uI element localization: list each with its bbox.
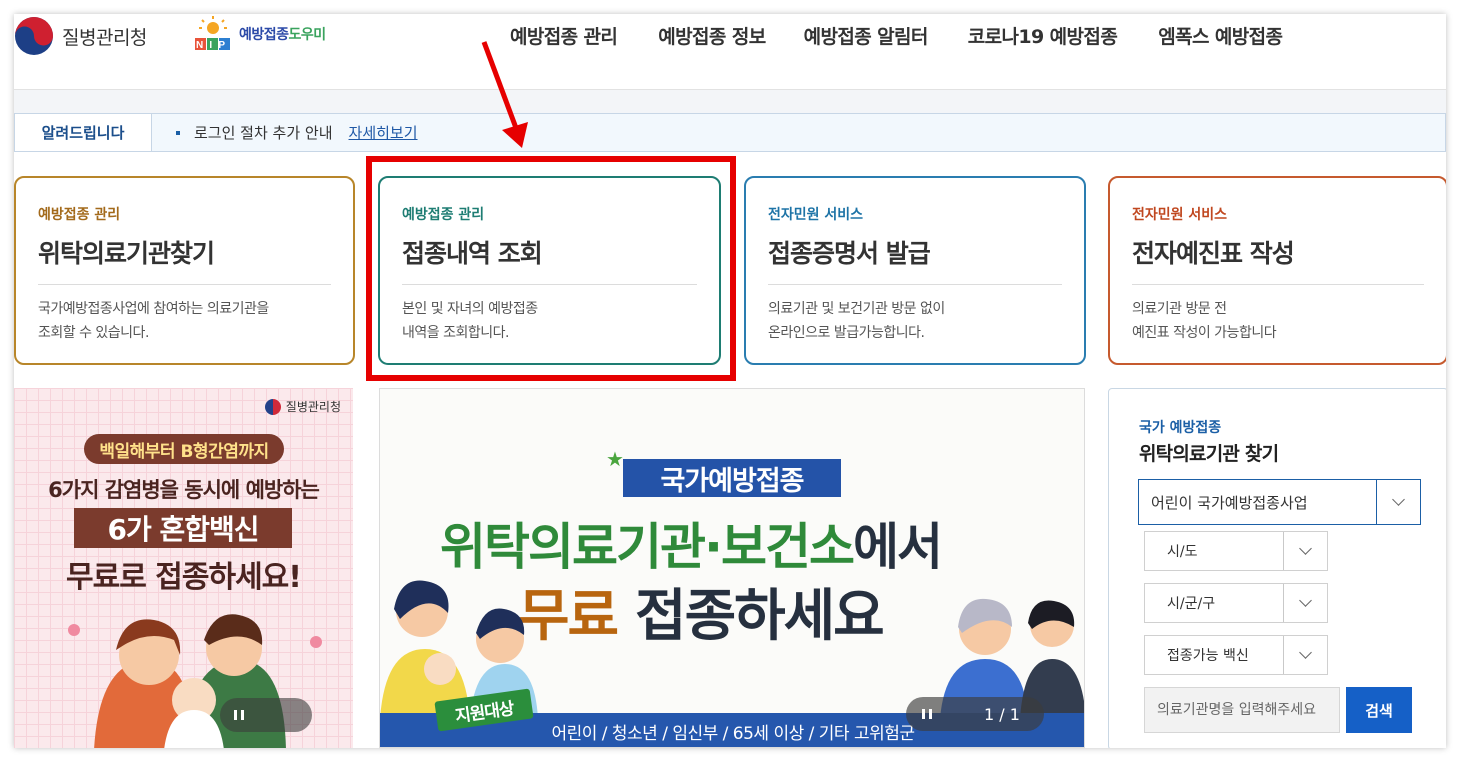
header-divider-band (14, 90, 1446, 114)
card-category: 예방접종 관리 (38, 207, 121, 223)
nip-sun-icon: NIP (195, 16, 231, 51)
pause-icon (234, 710, 244, 720)
banner-tag: 국가예방접종 (623, 459, 841, 497)
card-title: 전자예진표 작성 (1132, 234, 1424, 285)
pause-icon[interactable] (922, 709, 932, 719)
site-header: 질병관리청 NIP 예방접종도우미 예방접종 관리 예방접종 정보 예방접종 알… (14, 14, 1446, 90)
card-vaccination-history[interactable]: 예방접종 관리 접종내역 조회 본인 및 자녀의 예방접종 내역을 조회합니다. (378, 176, 721, 365)
card-find-clinic[interactable]: 예방접종 관리 위탁의료기관찾기 국가예방접종사업에 참여하는 의료기관을 조회… (14, 176, 355, 365)
nav-mpox-vaccination[interactable]: 엠폭스 예방접종 (1158, 22, 1283, 49)
banner-highlight-box: 6가 혼합백신 (74, 508, 292, 548)
card-description: 의료기관 및 보건기관 방문 없이 온라인으로 발급가능합니다. (768, 301, 945, 341)
panel-title: 위탁의료기관 찾기 (1139, 443, 1279, 465)
nav-vaccination-info[interactable]: 예방접종 정보 (658, 22, 766, 49)
headline2-dark: 접종하세요 (635, 584, 885, 649)
card-title: 위탁의료기관찾기 (38, 234, 331, 285)
card-description: 의료기관 방문 전 예진표 작성이 가능합니다 (1132, 301, 1277, 341)
search-button[interactable]: 검색 (1346, 687, 1412, 733)
panel-subtitle: 국가 예방접종 (1139, 420, 1222, 436)
sido-select[interactable]: 시/도 (1144, 531, 1328, 571)
card-title: 접종내역 조회 (402, 234, 697, 285)
kdca-logo[interactable]: 질병관리청 (14, 16, 147, 56)
notice-text[interactable]: 로그인 절차 추가 안내 (194, 122, 333, 143)
vaccine-select[interactable]: 접종가능 백신 (1144, 635, 1328, 675)
program-select[interactable]: 어린이 국가예방접종사업 (1138, 479, 1421, 525)
annotation-arrow-icon (481, 41, 528, 148)
headline1-green: 위탁의료기관·보건소 (440, 518, 855, 576)
promo-banner-hexavalent-vaccine[interactable]: 질병관리청 백일해부터 B형간염까지 6가지 감염병을 동시에 예방하는 6가 … (14, 388, 353, 748)
notice-bar: 알려드립니다 로그인 절차 추가 안내 자세히보기 (14, 113, 1446, 152)
chevron-down-icon[interactable] (1376, 480, 1420, 524)
org-name: 질병관리청 (62, 26, 147, 49)
banner-kdca-logo: 질병관리청 (264, 398, 341, 415)
card-category: 전자민원 서비스 (1132, 207, 1228, 223)
clinic-search-panel: 국가 예방접종 위탁의료기관 찾기 어린이 국가예방접종사업 시/도 시/군/구… (1108, 388, 1446, 748)
slider-control[interactable]: 1 / 1 (906, 697, 1044, 731)
slide-counter: 1 / 1 (984, 704, 1020, 724)
card-category: 예방접종 관리 (402, 207, 485, 223)
nip-name-part1: 예방접종 (239, 27, 289, 43)
card-e-questionnaire[interactable]: 전자민원 서비스 전자예진표 작성 의료기관 방문 전 예진표 작성이 가능합니… (1108, 176, 1446, 365)
card-title: 접종증명서 발급 (768, 234, 1062, 285)
taegeuk-small-icon (264, 398, 281, 415)
program-select-value: 어린이 국가예방접종사업 (1151, 493, 1308, 512)
browser-viewport: 질병관리청 NIP 예방접종도우미 예방접종 관리 예방접종 정보 예방접종 알… (14, 14, 1446, 748)
chevron-down-icon[interactable] (1283, 636, 1327, 674)
promo-banner-free-vaccination[interactable]: ★ 국가예방접종 위탁의료기관·보건소에서 무료 접종하세요 어린이 / 청소년 … (379, 388, 1085, 748)
vaccine-select-value: 접종가능 백신 (1167, 648, 1249, 664)
clinic-name-input[interactable] (1144, 687, 1340, 733)
card-description: 국가예방접종사업에 참여하는 의료기관을 조회할 수 있습니다. (38, 301, 269, 341)
star-icon: ★ (606, 447, 624, 471)
nip-letters: NIP (196, 40, 231, 51)
banner-pill: 백일해부터 B형간염까지 (84, 434, 284, 464)
card-category: 전자민원 서비스 (768, 207, 864, 223)
sigungu-select-value: 시/군/구 (1167, 596, 1216, 612)
notice-label: 알려드립니다 (15, 114, 152, 151)
main-nav: 예방접종 관리 예방접종 정보 예방접종 알림터 코로나19 예방접종 엠폭스 … (510, 22, 1323, 49)
nav-vaccination-notice[interactable]: 예방접종 알림터 (804, 22, 929, 49)
sido-select-value: 시/도 (1167, 544, 1198, 560)
headline1-dark: 에서 (853, 518, 943, 576)
banner-headline2: 무료 접종하세요 (518, 571, 885, 652)
sigungu-select[interactable]: 시/군/구 (1144, 583, 1328, 623)
card-certificate-issue[interactable]: 전자민원 서비스 접종증명서 발급 의료기관 및 보건기관 방문 없이 온라인으… (744, 176, 1086, 365)
card-description: 본인 및 자녀의 예방접종 내역을 조회합니다. (402, 301, 538, 341)
slider-pause-button[interactable] (220, 698, 312, 732)
nip-name-part2: 도우미 (288, 27, 327, 43)
banner-logo-text: 질병관리청 (285, 400, 341, 414)
chevron-down-icon[interactable] (1283, 584, 1327, 622)
chevron-down-icon[interactable] (1283, 532, 1327, 570)
banner-line3: 무료로 접종하세요! (66, 560, 302, 595)
nip-name: 예방접종도우미 (239, 24, 326, 44)
nip-logo[interactable]: NIP 예방접종도우미 (189, 14, 326, 54)
notice-bullet-icon (176, 130, 180, 135)
taegeuk-emblem-icon (15, 17, 53, 55)
notice-more-link[interactable]: 자세히보기 (349, 122, 418, 143)
banner-line1: 6가지 감염병을 동시에 예방하는 (48, 478, 320, 502)
nav-covid19-vaccination[interactable]: 코로나19 예방접종 (968, 22, 1118, 49)
